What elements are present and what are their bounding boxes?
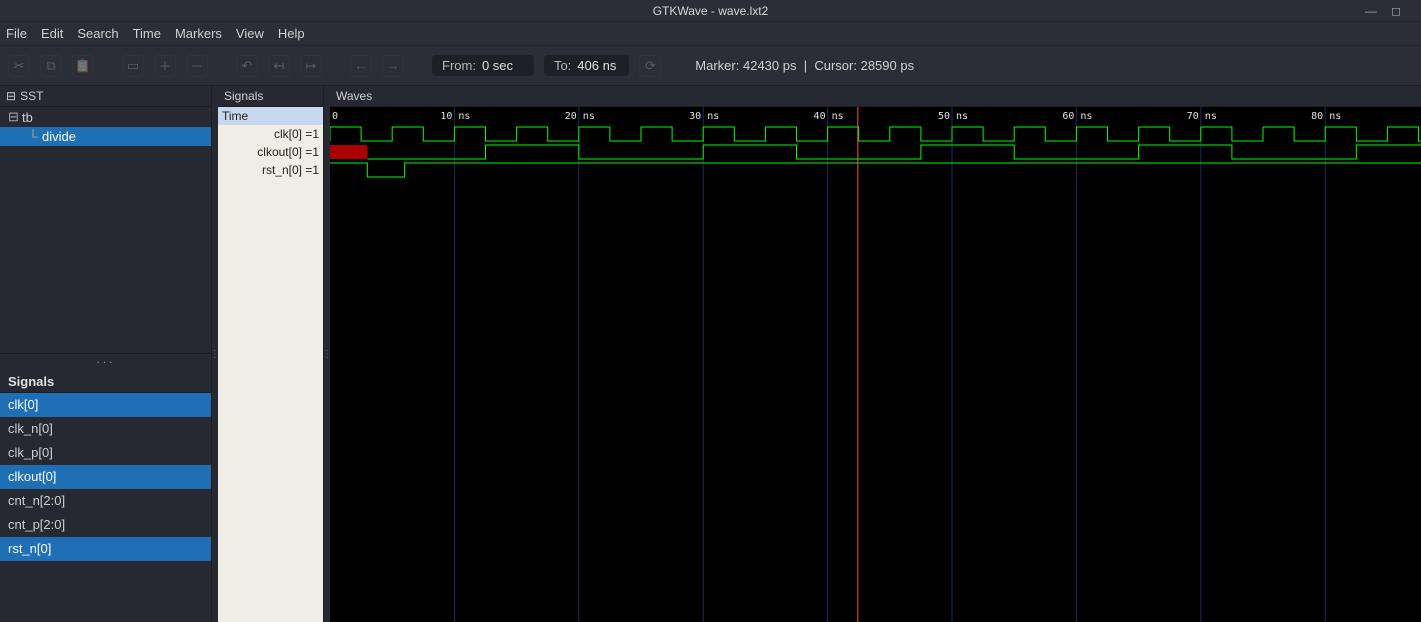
signal-list-item[interactable]: clk_p[0] — [0, 441, 211, 465]
seek-right-icon[interactable]: → — [382, 55, 404, 77]
step-left-icon[interactable]: ↤ — [268, 55, 290, 77]
zoom-in-icon[interactable]: ＋ — [154, 55, 176, 77]
to-value: 406 ns — [577, 58, 619, 73]
signals-list[interactable]: clk[0]clk_n[0]clk_p[0]clkout[0]cnt_n[2:0… — [0, 393, 211, 622]
copy-icon[interactable]: ⧉ — [40, 55, 62, 77]
signal-list-item[interactable]: clkout[0] — [0, 465, 211, 489]
cut-icon[interactable]: ✂ — [8, 55, 30, 77]
svg-text:70: 70 — [1187, 111, 1199, 122]
svg-text:ns: ns — [832, 111, 844, 122]
svg-text:30: 30 — [689, 111, 701, 122]
toolbar: ✂ ⧉ 📋 ▭ ＋ － ↶ ↤ ↦ ← → From: 0 sec To: 40… — [0, 46, 1421, 86]
sst-item-label: tb — [22, 110, 33, 125]
svg-text:ns: ns — [1080, 111, 1092, 122]
menu-file[interactable]: File — [6, 26, 27, 41]
marker-cursor-readout: Marker: 42430 ps | Cursor: 28590 ps — [695, 58, 914, 73]
waves-header: Waves — [330, 86, 1421, 107]
signal-list-item[interactable]: rst_n[0] — [0, 537, 211, 561]
to-label: To: — [554, 58, 571, 73]
menu-help[interactable]: Help — [278, 26, 305, 41]
sst-item-divide[interactable]: └ divide — [0, 127, 211, 146]
zoom-fit-icon[interactable]: ▭ — [122, 55, 144, 77]
signal-list-item[interactable]: clk_n[0] — [0, 417, 211, 441]
menu-markers[interactable]: Markers — [175, 26, 222, 41]
signal-list-item[interactable]: cnt_p[2:0] — [0, 513, 211, 537]
seek-left-icon[interactable]: ← — [350, 55, 372, 77]
svg-text:ns: ns — [583, 111, 595, 122]
reload-icon[interactable]: ⟳ — [639, 55, 661, 77]
signal-row-label[interactable]: clk[0] =1 — [218, 125, 323, 143]
svg-text:ns: ns — [1329, 111, 1341, 122]
collapse-icon[interactable]: ⊟ — [6, 89, 16, 103]
undo-icon[interactable]: ↶ — [236, 55, 258, 77]
window-title: GTKWave - wave.lxt2 — [653, 4, 769, 18]
menubar: File Edit Search Time Markers View Help — [0, 22, 1421, 46]
time-from-field[interactable]: From: 0 sec — [432, 55, 534, 76]
svg-text:ns: ns — [707, 111, 719, 122]
window-max-button[interactable]: ◻ — [1391, 4, 1401, 18]
svg-text:60: 60 — [1062, 111, 1074, 122]
svg-text:50: 50 — [938, 111, 950, 122]
svg-text:ns: ns — [956, 111, 968, 122]
from-label: From: — [442, 58, 476, 73]
svg-text:ns: ns — [1205, 111, 1217, 122]
waves-viewport[interactable]: 0 10 ns 20 ns 30 ns 40 ns 50 ns 60 ns 70 ns 80 ns — [330, 107, 1421, 622]
svg-text:0: 0 — [332, 111, 338, 122]
titlebar: GTKWave - wave.lxt2 — ◻ — [0, 0, 1421, 22]
sst-tree[interactable]: ⊟ tb └ divide — [0, 107, 211, 353]
signals-list-header: Signals — [0, 371, 211, 393]
signal-row-label[interactable]: clkout[0] =1 — [218, 143, 323, 161]
sst-item-label: divide — [42, 129, 76, 144]
sst-title: SST — [20, 89, 43, 103]
pane-resize-handle[interactable]: ··· — [0, 353, 211, 371]
window-min-button[interactable]: — — [1365, 4, 1377, 18]
tree-leaf-icon: └ — [28, 129, 38, 144]
signal-names-header: Signals — [218, 86, 323, 107]
signal-row-label[interactable]: rst_n[0] =1 — [218, 161, 323, 179]
paste-icon[interactable]: 📋 — [72, 55, 94, 77]
sst-header: ⊟ SST — [0, 86, 211, 107]
time-to-field[interactable]: To: 406 ns — [544, 55, 629, 76]
menu-view[interactable]: View — [236, 26, 264, 41]
step-right-icon[interactable]: ↦ — [300, 55, 322, 77]
svg-text:10: 10 — [440, 111, 452, 122]
zoom-out-icon[interactable]: － — [186, 55, 208, 77]
menu-time[interactable]: Time — [133, 26, 161, 41]
menu-search[interactable]: Search — [77, 26, 118, 41]
svg-text:40: 40 — [814, 111, 826, 122]
tree-expand-icon[interactable]: ⊟ — [8, 109, 18, 125]
signal-names-column: Timeclk[0] =1clkout[0] =1rst_n[0] =1 — [218, 107, 323, 622]
signal-list-item[interactable]: cnt_n[2:0] — [0, 489, 211, 513]
time-row-label[interactable]: Time — [218, 107, 323, 125]
svg-text:ns: ns — [458, 111, 470, 122]
signal-list-item[interactable]: clk[0] — [0, 393, 211, 417]
sst-item-tb[interactable]: ⊟ tb — [0, 107, 211, 127]
menu-edit[interactable]: Edit — [41, 26, 63, 41]
svg-text:80: 80 — [1311, 111, 1323, 122]
from-value: 0 sec — [482, 58, 524, 73]
svg-text:20: 20 — [565, 111, 577, 122]
